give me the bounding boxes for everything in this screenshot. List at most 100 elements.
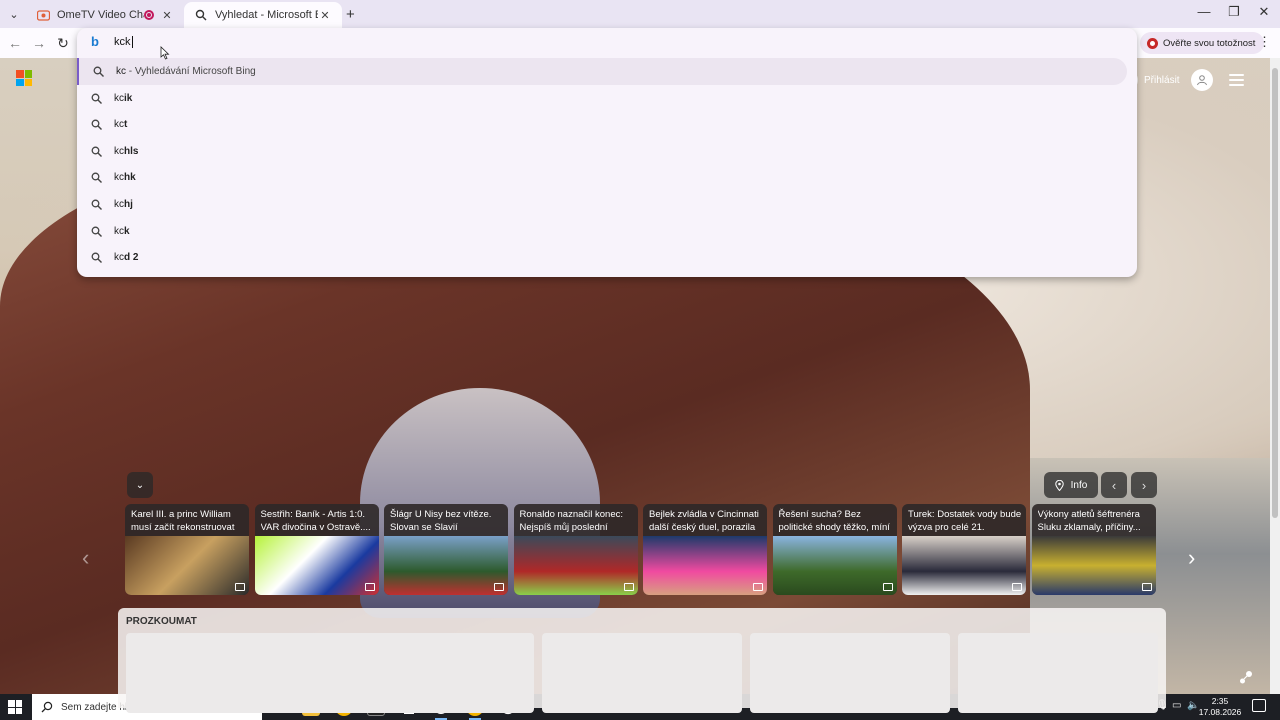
news-card[interactable]: Řešení sucha? Bez politické shody těžko,… [772, 504, 897, 595]
tab-ometv[interactable]: OmeTV Video Chat — Ome ✕ [26, 2, 184, 28]
browser-menu-button[interactable]: ⋮ [1258, 34, 1271, 50]
close-window-button[interactable]: ✕ [1254, 4, 1274, 20]
tab-close-icon[interactable]: ✕ [318, 9, 332, 22]
news-card[interactable]: Sestřih: Baník - Artis 1:0. VAR divočina… [254, 504, 379, 595]
reload-button[interactable]: ↻ [53, 33, 73, 53]
suggestion-typed: kc [114, 172, 124, 184]
suggestion-text: kcik [114, 93, 132, 104]
news-card[interactable]: Výkony atletů šéftrenéra Sluku zklamaly,… [1031, 504, 1156, 595]
suggestion-item[interactable]: kcd 2 [77, 244, 1137, 271]
news-card[interactable]: Bejlek zvládla v Cincinnati další český … [643, 504, 767, 595]
address-bar-dropdown: b kck kc - Vyhledávání Microsoft Bing kci… [77, 28, 1137, 277]
suggestion-list: kc - Vyhledávání Microsoft Bing kcik kct kc… [77, 58, 1137, 271]
microsoft-logo[interactable] [16, 70, 32, 86]
suggestion-text: kck [114, 226, 130, 237]
news-headline: Řešení sucha? Bez politické shody těžko,… [778, 509, 890, 536]
search-icon [91, 226, 102, 237]
clock-date: 17.08.2026 [1198, 707, 1242, 717]
news-thumbnail [902, 536, 1026, 595]
search-icon [91, 252, 102, 264]
verify-identity-button[interactable]: Ověřte svou totožnost [1140, 32, 1265, 54]
read-icon [364, 583, 375, 591]
explore-tile[interactable] [542, 633, 742, 713]
feedback-icon[interactable] [1238, 670, 1254, 689]
tab-title: Vyhledat - Microsoft Bing [215, 9, 318, 21]
image-info-button[interactable]: Info [1044, 472, 1098, 498]
next-image-button[interactable]: › [1131, 472, 1157, 498]
news-carousel: Karel III. a princ William musí začít re… [125, 504, 1157, 595]
info-label: Info [1070, 479, 1088, 491]
page-scrollbar[interactable] [1270, 58, 1280, 694]
search-icon [91, 119, 102, 131]
address-input[interactable]: kck [114, 36, 133, 48]
suggestion-typed: kc [114, 92, 124, 104]
collapse-news-button[interactable]: ⌄ [127, 472, 153, 498]
suggestion-typed: kc [114, 252, 124, 264]
tab-strip: ⌄ OmeTV Video Chat — Ome ✕ Vyhledat - Mi… [0, 0, 1280, 28]
suggestion-item[interactable]: kchj [77, 191, 1137, 218]
suggestion-typed: kc [114, 119, 124, 131]
read-icon [235, 583, 245, 591]
suggestion-item[interactable]: kc - Vyhledávání Microsoft Bing [77, 58, 1127, 85]
tab-search-button[interactable]: ⌄ [4, 5, 24, 23]
news-thumbnail [513, 536, 638, 595]
suggestion-typed: kc [116, 66, 126, 77]
suggestion-item[interactable]: kck [77, 218, 1137, 245]
suggestion-completion: ik [124, 92, 133, 104]
suggestion-typed: kc [114, 145, 124, 157]
signin-label: Přihlásit [1144, 74, 1180, 86]
explore-tile[interactable] [750, 633, 950, 713]
prev-image-button[interactable]: ‹ [1101, 472, 1127, 498]
suggestion-completion: t [124, 119, 128, 131]
address-bar[interactable]: b kck [77, 28, 1137, 56]
suggestion-completion: hls [124, 145, 139, 157]
notification-icon[interactable] [1252, 699, 1266, 712]
suggestion-text: kcd 2 [114, 252, 138, 263]
back-button[interactable]: ← [5, 33, 25, 53]
search-icon [91, 199, 102, 210]
news-card[interactable]: Šlágr U Nisy bez vítěze. Slovan se Slavi… [384, 504, 508, 595]
news-thumbnail [1031, 536, 1156, 595]
news-next-button[interactable]: › [1188, 545, 1195, 571]
read-icon [1012, 583, 1022, 591]
search-icon [93, 66, 104, 77]
news-card[interactable]: Karel III. a princ William musí začít re… [125, 504, 249, 595]
maximize-button[interactable]: ❐ [1224, 4, 1244, 20]
news-thumbnail [384, 536, 508, 595]
news-headline: Bejlek zvládla v Cincinnati další český … [649, 509, 759, 536]
explore-heading: PROZKOUMAT [126, 616, 197, 627]
mouse-cursor-icon [160, 46, 170, 60]
tab-bing[interactable]: Vyhledat - Microsoft Bing ✕ [184, 2, 342, 28]
news-card[interactable]: Ronaldo naznačil konec: Nejspíš můj posl… [513, 504, 638, 595]
network-icon[interactable]: ▭ [1172, 700, 1181, 711]
search-icon [91, 172, 102, 184]
suggestion-completion: k [124, 225, 130, 237]
tab-close-icon[interactable]: ✕ [160, 9, 174, 22]
explore-tile[interactable] [126, 633, 534, 713]
suggestion-completion: hk [124, 172, 136, 184]
taskbar-clock[interactable]: 2:35 17.08.2026 [1198, 696, 1242, 718]
suggestion-item[interactable]: kcik [77, 85, 1137, 112]
suggestion-typed: kc [114, 225, 124, 237]
hamburger-menu-icon[interactable] [1229, 74, 1244, 86]
news-thumbnail [125, 536, 249, 595]
suggestion-item[interactable]: kchls [77, 138, 1137, 165]
suggestion-completion: hj [124, 198, 133, 210]
explore-tile[interactable] [958, 633, 1158, 713]
suggestion-typed: kc [114, 198, 124, 210]
windows-start-icon[interactable] [8, 700, 22, 714]
read-icon [1141, 583, 1152, 591]
bing-logo-icon: b [91, 34, 99, 49]
suggestion-item[interactable]: kchk [77, 164, 1137, 191]
location-pin-icon [1054, 479, 1064, 491]
search-icon [41, 701, 53, 713]
news-card[interactable]: Turek: Dostatek vody bude výzva pro celé… [902, 504, 1026, 595]
forward-button[interactable]: → [29, 33, 49, 53]
new-tab-button[interactable]: + [346, 6, 355, 23]
minimize-button[interactable]: — [1194, 4, 1214, 19]
suggestion-item[interactable]: kct [77, 111, 1137, 138]
signin-button[interactable]: Přihlásit [1118, 68, 1213, 92]
suggestion-text: kchls [114, 146, 138, 157]
suggestion-text: kchj [114, 199, 133, 210]
news-prev-button[interactable]: ‹ [82, 545, 89, 571]
